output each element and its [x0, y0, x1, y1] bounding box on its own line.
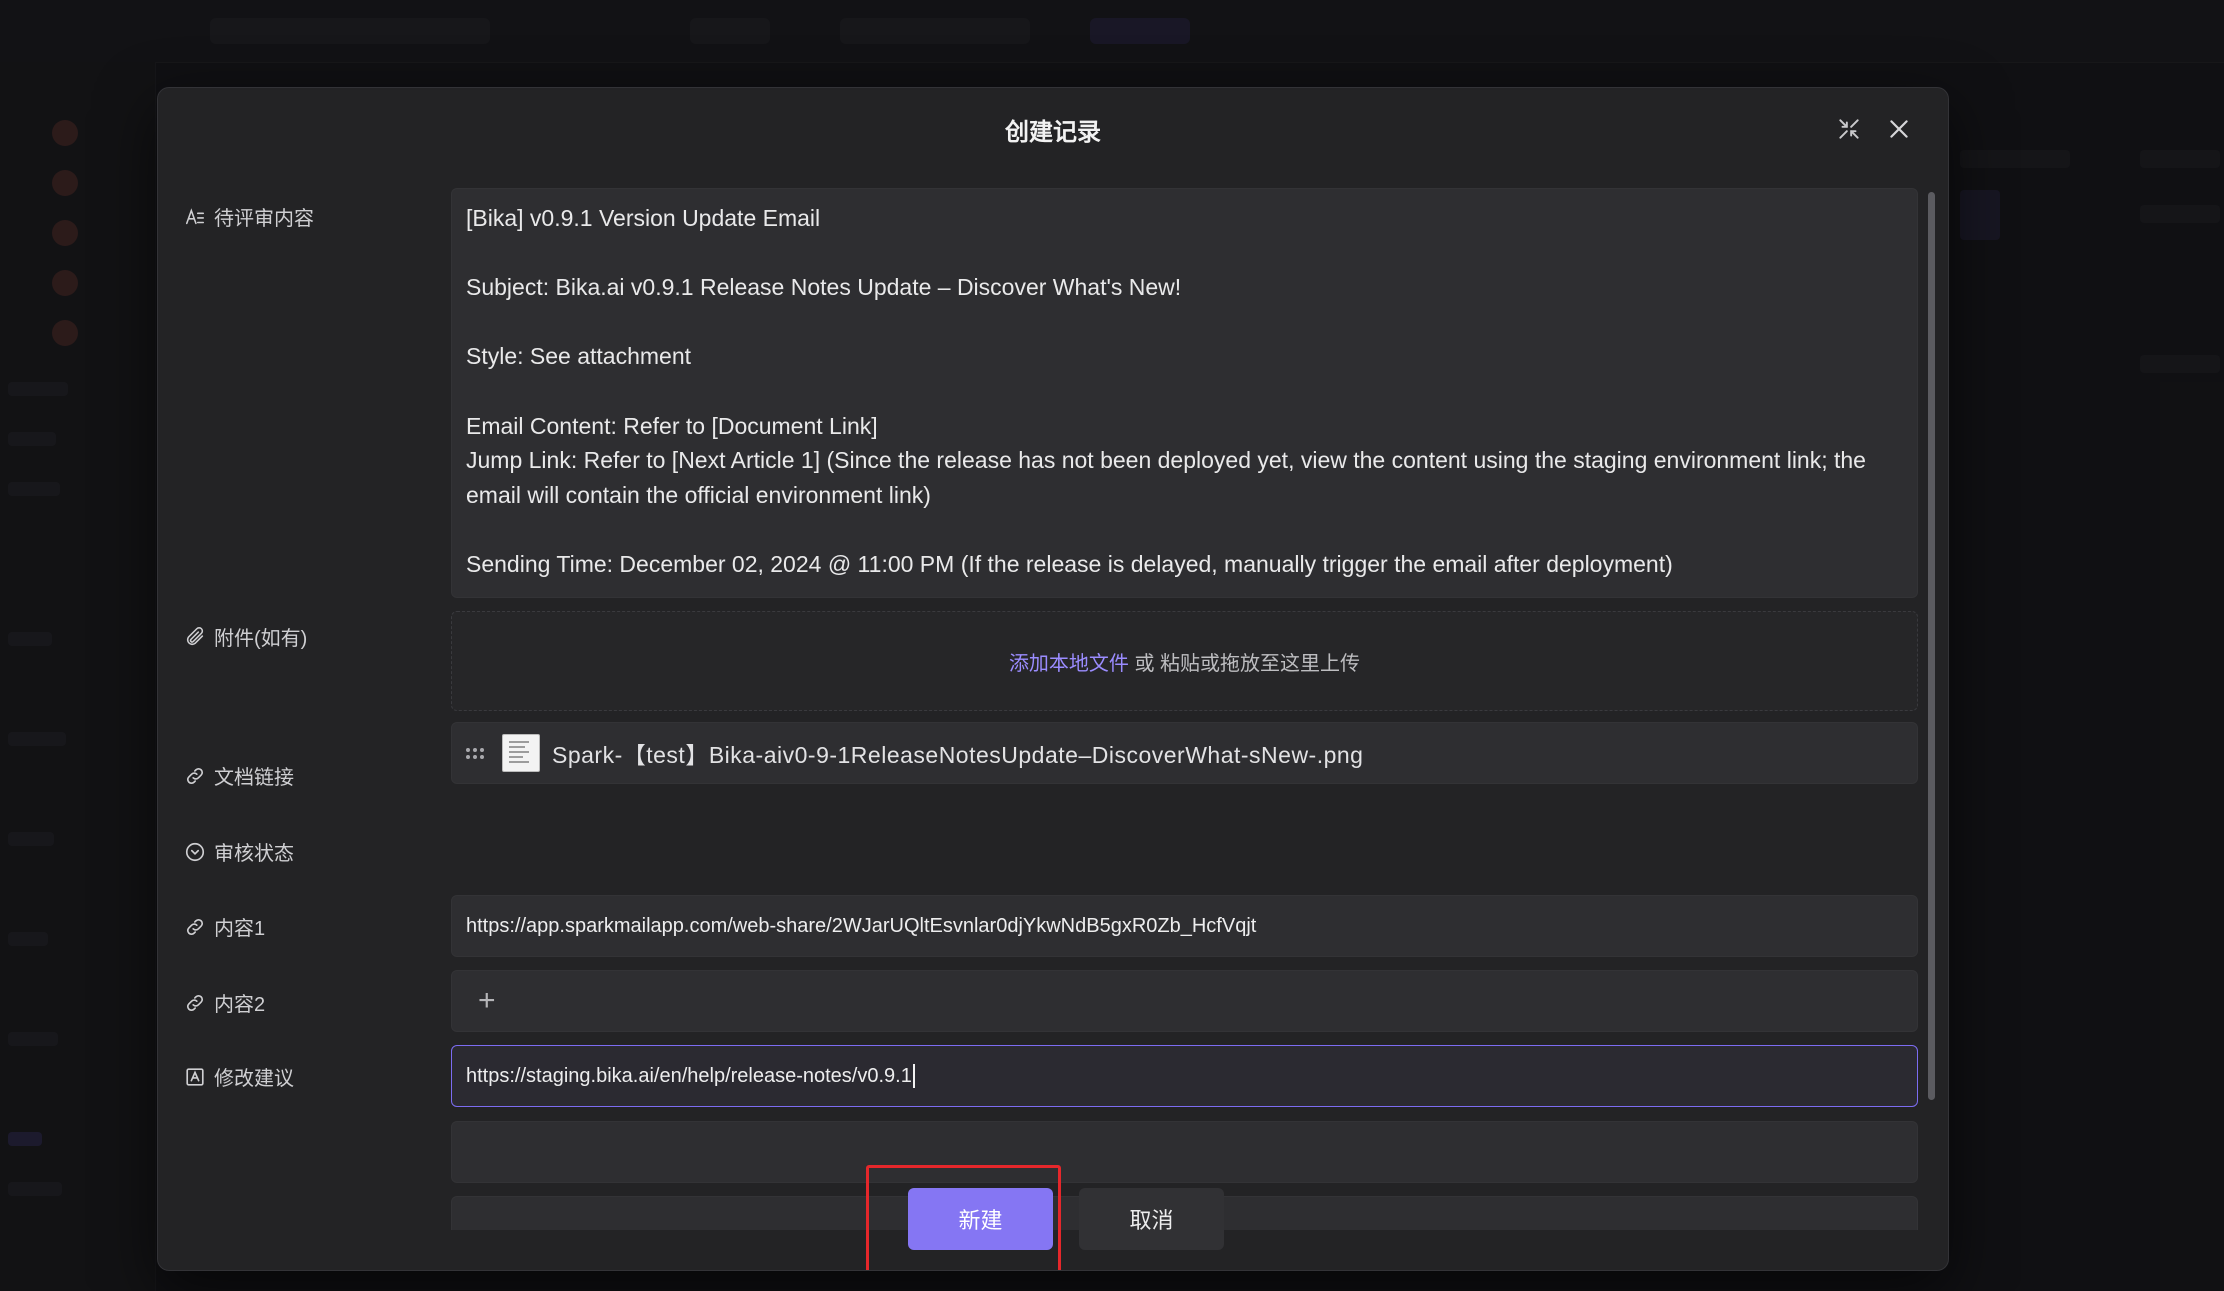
- text-icon: [185, 207, 205, 224]
- field-label-review-status: 审核状态: [184, 837, 294, 866]
- content1-value: https://staging.bika.ai/en/help/release-…: [466, 1064, 912, 1087]
- field-label-suggestion: 修改建议: [184, 1062, 294, 1091]
- field-label-text: 附件(如有): [214, 628, 308, 650]
- form-scrollbar[interactable]: [1926, 188, 1936, 1230]
- create-button[interactable]: 新建: [908, 1188, 1053, 1250]
- paperclip-icon: [186, 626, 204, 645]
- field-label-attachment: 附件(如有): [184, 622, 307, 651]
- upload-hint: 或 粘贴或拖放至这里上传: [1128, 652, 1361, 675]
- attachment-file-name[interactable]: Spark-【test】Bika-aiv0-9-1ReleaseNotesUpd…: [552, 736, 1363, 770]
- link-icon: [186, 918, 204, 935]
- file-thumbnail[interactable]: [502, 734, 540, 772]
- textarea-icon: [186, 1067, 204, 1086]
- dialog-title: 创建记录: [1005, 119, 1101, 146]
- field-label-text: 文档链接: [214, 767, 294, 789]
- form-fields: 待评审内容 [Bika] v0.9.1 Version Update Email…: [158, 188, 1948, 1230]
- field-label-text: 审核状态: [214, 843, 294, 865]
- upload-dropzone[interactable]: 添加本地文件 或 粘贴或拖放至这里上传: [451, 611, 1918, 711]
- field-label-content1: 内容1: [184, 912, 265, 941]
- field-label-content2: 内容2: [184, 988, 265, 1017]
- field-label-text: 待评审内容: [214, 208, 314, 230]
- drag-handle-icon[interactable]: [466, 747, 484, 759]
- add-local-file-link[interactable]: 添加本地文件: [1009, 647, 1129, 676]
- close-icon[interactable]: [1884, 114, 1914, 144]
- create-record-dialog: 创建记录 待评审内容 [Bika] v0.9.1 Version Update …: [157, 87, 1949, 1271]
- cancel-button[interactable]: 取消: [1079, 1188, 1224, 1250]
- content2-input[interactable]: [451, 1121, 1918, 1183]
- link-icon: [186, 994, 204, 1011]
- text-caret: [912, 1064, 915, 1088]
- attachment-file-item[interactable]: Spark-【test】Bika-aiv0-9-1ReleaseNotesUpd…: [451, 722, 1918, 784]
- review-status-select[interactable]: +: [451, 970, 1918, 1032]
- collapse-arrows-icon[interactable]: [1834, 114, 1864, 144]
- field-label-doc-link: 文档链接: [184, 761, 294, 790]
- content-textarea[interactable]: [Bika] v0.9.1 Version Update Email Subje…: [451, 188, 1918, 598]
- field-label-content: 待评审内容: [184, 202, 314, 231]
- field-label-text: 内容1: [214, 918, 266, 940]
- form-scrollbar-thumb[interactable]: [1928, 192, 1935, 1100]
- link-icon: [186, 767, 204, 784]
- content1-input[interactable]: https://staging.bika.ai/en/help/release-…: [451, 1045, 1918, 1107]
- field-label-text: 内容2: [214, 994, 266, 1016]
- add-option-icon[interactable]: +: [478, 984, 496, 1018]
- chevron-circle-icon: [185, 842, 205, 861]
- field-label-text: 修改建议: [214, 1068, 294, 1090]
- doc-link-input[interactable]: https://app.sparkmailapp.com/web-share/2…: [451, 895, 1918, 957]
